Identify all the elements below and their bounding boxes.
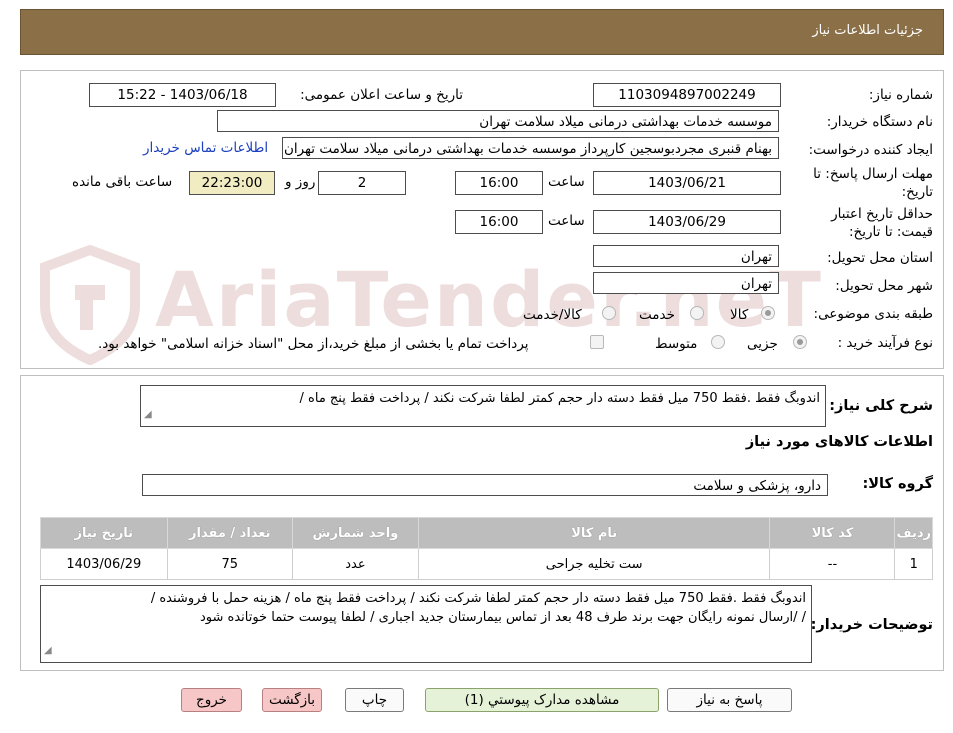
page-title: جزئیات اطلاعات نیاز xyxy=(812,23,923,38)
validity-label-2: قیمت: تا تاریخ: xyxy=(849,224,933,240)
deadline-label: مهلت ارسال پاسخ: تا xyxy=(813,166,933,182)
deadline-time-field: 16:00 xyxy=(455,171,543,195)
purchase-option-minor: جزیی xyxy=(747,336,778,352)
buyer-notes-line-1: اندوبگ فقط .فقط 750 میل فقط دسته دار حجم… xyxy=(150,591,806,606)
category-radio-service[interactable] xyxy=(690,306,704,320)
goods-section-title: اطلاعات کالاهای مورد نیاز xyxy=(745,434,933,450)
col-code: کد کالا xyxy=(769,517,896,549)
buyer-org-field: موسسه خدمات بهداشتی درمانی میلاد سلامت ت… xyxy=(217,110,779,132)
deadline-date-field: 1403/06/21 xyxy=(593,171,781,195)
buyer-org-label: نام دستگاه خریدار: xyxy=(826,114,933,130)
col-row: ردیف xyxy=(894,517,933,549)
buyer-notes-line-2: / /ارسال نمونه رایگان جهت برند طرف 48 بع… xyxy=(199,610,806,625)
treasury-checkbox[interactable] xyxy=(590,335,604,349)
back-button[interactable]: بازگشت xyxy=(262,688,322,712)
goods-group-label: گروه کالا: xyxy=(862,476,933,492)
items-table: ردیف کد کالا نام کالا واحد شمارش تعداد /… xyxy=(40,517,933,580)
page-header: جزئیات اطلاعات نیاز xyxy=(20,9,944,55)
col-date: تاریخ نیاز xyxy=(40,517,168,549)
announce-label: تاریخ و ساعت اعلان عمومی: xyxy=(300,87,463,103)
city-field: تهران xyxy=(593,272,779,294)
reply-button[interactable]: پاسخ به نیاز xyxy=(667,688,792,712)
cell-unit: عدد xyxy=(291,548,419,580)
resize-grip-icon[interactable]: ◢ xyxy=(44,641,52,660)
cell-qty: 75 xyxy=(166,548,293,580)
table-header-row: ردیف کد کالا نام کالا واحد شمارش تعداد /… xyxy=(40,517,933,549)
goods-group-field: دارو، پزشکی و سلامت xyxy=(142,474,828,496)
cell-row: 1 xyxy=(894,548,933,580)
province-label: استان محل تحویل: xyxy=(827,250,933,266)
category-label: طبقه بندی موضوعی: xyxy=(813,306,933,322)
col-name: نام کالا xyxy=(417,517,771,549)
days-label: روز و xyxy=(285,174,316,190)
announce-field: 1403/06/18 - 15:22 xyxy=(89,83,276,107)
validity-date-field: 1403/06/29 xyxy=(593,210,781,234)
creator-field: بهنام قنبری مجردبوسجین کارپرداز موسسه خد… xyxy=(282,137,779,159)
category-radio-both[interactable] xyxy=(602,306,616,320)
resize-grip-icon[interactable]: ◢ xyxy=(144,405,152,424)
exit-button[interactable]: خروج xyxy=(181,688,242,712)
col-qty: تعداد / مقدار xyxy=(166,517,293,549)
deadline-time-label: ساعت xyxy=(548,174,585,190)
category-option-goods: کالا xyxy=(730,307,749,323)
purchase-option-medium: متوسط xyxy=(655,336,698,352)
summary-text: اندوبگ فقط .فقط 750 میل فقط دسته دار حجم… xyxy=(299,391,820,406)
validity-time-field: 16:00 xyxy=(455,210,543,234)
need-number-field: 1103094897002249 xyxy=(593,83,781,107)
days-field: 2 xyxy=(318,171,406,195)
buyer-notes-textarea: اندوبگ فقط .فقط 750 میل فقط دسته دار حجم… xyxy=(40,585,812,663)
category-option-both: کالا/خدمت xyxy=(523,307,582,323)
deadline-label-2: تاریخ: xyxy=(901,184,933,200)
purchase-radio-medium[interactable] xyxy=(711,335,725,349)
summary-textarea: اندوبگ فقط .فقط 750 میل فقط دسته دار حجم… xyxy=(140,385,826,427)
buyer-notes-label: توضیحات خریدار: xyxy=(810,617,933,633)
summary-label: شرح کلی نیاز: xyxy=(829,398,933,414)
view-attachments-button[interactable]: مشاهده مدارک پیوستي (1) xyxy=(425,688,659,712)
table-row[interactable]: 1 -- ست تخلیه جراحی عدد 75 1403/06/29 xyxy=(40,548,933,580)
cell-code: -- xyxy=(769,548,896,580)
buyer-contact-link[interactable]: اطلاعات تماس خریدار xyxy=(143,140,268,156)
purchase-type-label: نوع فرآیند خرید : xyxy=(837,335,933,351)
validity-label: حداقل تاریخ اعتبار xyxy=(831,206,933,222)
city-label: شهر محل تحویل: xyxy=(835,278,933,294)
category-option-service: خدمت xyxy=(639,307,675,323)
col-unit: واحد شمارش xyxy=(291,517,419,549)
treasury-note: پرداخت تمام یا بخشی از مبلغ خرید،از محل … xyxy=(98,336,529,352)
cell-name: ست تخلیه جراحی xyxy=(417,548,771,580)
need-number-label: شماره نیاز: xyxy=(868,87,933,103)
province-field: تهران xyxy=(593,245,779,267)
remaining-label: ساعت باقی مانده xyxy=(72,174,173,190)
cell-date: 1403/06/29 xyxy=(40,548,168,580)
validity-time-label: ساعت xyxy=(548,213,585,229)
category-radio-goods[interactable] xyxy=(761,306,775,320)
creator-label: ایجاد کننده درخواست: xyxy=(808,142,933,158)
print-button[interactable]: چاپ xyxy=(345,688,404,712)
watermark-text: AriaTender.neT xyxy=(155,255,823,344)
purchase-radio-minor[interactable] xyxy=(793,335,807,349)
remaining-time-field: 22:23:00 xyxy=(189,171,275,195)
